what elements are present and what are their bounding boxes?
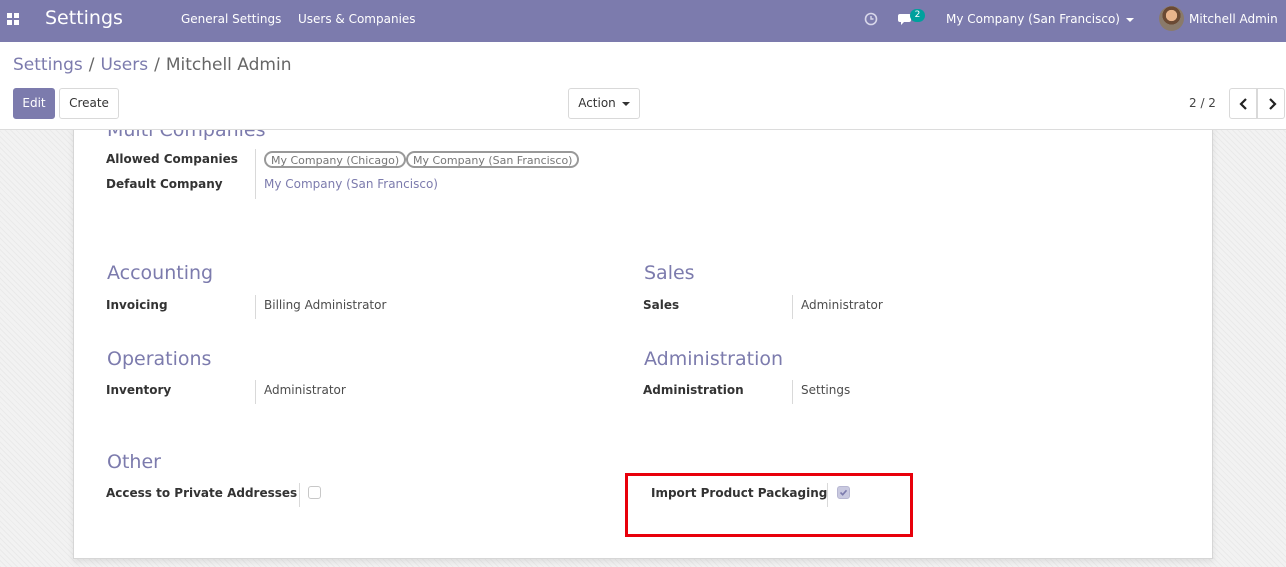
administration-value[interactable]: Settings xyxy=(801,383,850,397)
action-label: Action xyxy=(578,96,616,110)
default-company-label: Default Company xyxy=(106,177,223,191)
inventory-label: Inventory xyxy=(106,383,172,397)
create-button[interactable]: Create xyxy=(59,88,119,119)
activity-clock-icon[interactable] xyxy=(864,12,878,30)
field-separator xyxy=(255,149,256,199)
section-title-operations: Operations xyxy=(107,348,212,370)
private-addresses-checkbox[interactable] xyxy=(308,486,321,499)
field-separator xyxy=(255,295,256,319)
chevron-right-icon xyxy=(1269,98,1277,110)
section-title-administration: Administration xyxy=(644,348,784,370)
inventory-value[interactable]: Administrator xyxy=(264,383,346,397)
pager-value[interactable]: 2 / 2 xyxy=(1189,96,1216,110)
edit-button[interactable]: Edit xyxy=(13,88,55,119)
invoicing-label: Invoicing xyxy=(106,298,168,312)
section-title-sales: Sales xyxy=(644,262,695,284)
apps-menu-icon[interactable] xyxy=(7,13,19,25)
company-tag[interactable]: My Company (San Francisco) xyxy=(406,151,580,168)
company-switcher-label: My Company (San Francisco) xyxy=(946,12,1120,26)
sales-label: Sales xyxy=(643,298,680,312)
breadcrumb: Settings / Users / Mitchell Admin xyxy=(13,55,291,75)
app-title[interactable]: Settings xyxy=(45,7,123,29)
caret-down-icon xyxy=(621,101,630,106)
top-navbar: Settings General Settings Users & Compan… xyxy=(0,0,1286,42)
messages-badge: 2 xyxy=(910,9,925,22)
administration-label: Administration xyxy=(643,383,744,397)
chevron-left-icon xyxy=(1239,98,1247,110)
avatar[interactable] xyxy=(1159,6,1184,31)
field-separator xyxy=(792,295,793,319)
breadcrumb-current: Mitchell Admin xyxy=(165,55,292,75)
field-separator xyxy=(255,380,256,404)
section-title-accounting: Accounting xyxy=(107,262,214,284)
breadcrumb-settings[interactable]: Settings xyxy=(13,55,83,75)
chevron-down-icon xyxy=(1125,17,1134,22)
annotation-highlight-box xyxy=(625,473,913,537)
section-title-other: Other xyxy=(107,451,161,473)
section-title-multi-companies: Multi Companies xyxy=(107,129,266,141)
default-company-value[interactable]: My Company (San Francisco) xyxy=(264,177,438,191)
breadcrumb-separator: / xyxy=(154,55,160,75)
field-separator xyxy=(792,380,793,404)
menu-general-settings[interactable]: General Settings xyxy=(181,12,281,26)
private-addresses-label: Access to Private Addresses xyxy=(106,486,298,500)
allowed-companies-label: Allowed Companies xyxy=(106,152,238,166)
company-switcher[interactable]: My Company (San Francisco) xyxy=(946,12,1134,26)
invoicing-value[interactable]: Billing Administrator xyxy=(264,298,386,312)
pager-previous-button[interactable] xyxy=(1229,88,1257,119)
sales-value[interactable]: Administrator xyxy=(801,298,883,312)
menu-users-companies[interactable]: Users & Companies xyxy=(298,12,416,26)
breadcrumb-separator: / xyxy=(88,55,95,75)
user-menu[interactable]: Mitchell Admin xyxy=(1189,12,1278,26)
pager-next-button[interactable] xyxy=(1257,88,1285,119)
company-tag[interactable]: My Company (Chicago) xyxy=(264,151,407,168)
field-separator xyxy=(299,483,300,507)
action-dropdown[interactable]: Action xyxy=(568,88,640,119)
breadcrumb-users[interactable]: Users xyxy=(100,55,148,75)
